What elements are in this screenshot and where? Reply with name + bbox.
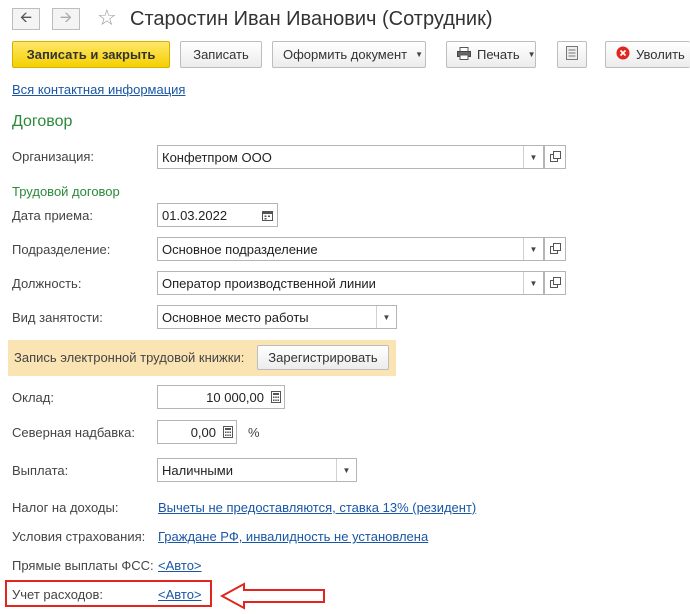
income-tax-link[interactable]: Вычеты не предоставляются, ставка 13% (р…	[158, 500, 476, 515]
printer-icon	[457, 46, 471, 63]
chevron-down-icon: ▼	[527, 50, 536, 59]
department-label: Подразделение:	[12, 242, 111, 257]
calculator-icon[interactable]	[220, 421, 236, 443]
chevron-down-icon: ▼	[415, 50, 424, 59]
payment-value: Наличными	[162, 462, 233, 478]
organization-field[interactable]: Конфетпром ООО ▼	[157, 145, 544, 169]
arrow-right-icon: 🡪	[59, 8, 73, 26]
open-window-icon	[549, 276, 561, 291]
create-document-button[interactable]: Оформить документ ▼	[272, 41, 426, 68]
north-bonus-label: Северная надбавка:	[12, 425, 135, 440]
organization-open-button[interactable]	[544, 145, 566, 169]
back-button[interactable]: 🡨	[12, 8, 40, 30]
insurance-link[interactable]: Граждане РФ, инвалидность не установлена	[158, 529, 428, 544]
calendar-icon[interactable]	[257, 204, 277, 226]
register-button[interactable]: Зарегистрировать	[257, 345, 389, 370]
employment-type-field[interactable]: Основное место работы ▼	[157, 305, 397, 329]
fss-direct-link[interactable]: <Авто>	[158, 558, 202, 573]
payment-label: Выплата:	[12, 463, 69, 478]
department-field[interactable]: Основное подразделение ▼	[157, 237, 544, 261]
create-document-label: Оформить документ	[283, 47, 408, 62]
hire-date-label: Дата приема:	[12, 208, 93, 223]
print-button[interactable]: Печать ▼	[446, 41, 536, 68]
hire-date-value: 01.03.2022	[162, 207, 228, 223]
organization-value: Конфетпром ООО	[162, 149, 272, 165]
save-button[interactable]: Записать	[180, 41, 262, 68]
chevron-down-icon[interactable]: ▼	[336, 459, 356, 481]
dismiss-icon	[616, 46, 630, 63]
position-open-button[interactable]	[544, 271, 566, 295]
section-title: Договор	[12, 113, 73, 130]
list-view-button[interactable]	[557, 41, 587, 68]
north-bonus-value: 0,00	[190, 424, 216, 440]
employment-type-value: Основное место работы	[162, 309, 309, 325]
all-contacts-link[interactable]: Вся контактная информация	[12, 82, 185, 97]
save-and-close-button[interactable]: Записать и закрыть	[12, 41, 170, 68]
chevron-down-icon[interactable]: ▼	[523, 272, 543, 294]
percent-unit: %	[248, 425, 260, 440]
hire-date-field[interactable]: 01.03.2022	[157, 203, 278, 227]
expenses-link[interactable]: <Авто>	[158, 587, 202, 602]
payment-field[interactable]: Наличными ▼	[157, 458, 357, 482]
expenses-label: Учет расходов:	[12, 587, 103, 602]
document-list-icon	[566, 46, 578, 63]
organization-label: Организация:	[12, 149, 95, 164]
position-value: Оператор производственной линии	[162, 275, 376, 291]
arrow-left-icon: 🡨	[19, 8, 33, 26]
fss-direct-label: Прямые выплаты ФСС:	[12, 558, 154, 573]
dismiss-label: Уволить	[636, 47, 685, 62]
open-window-icon	[549, 242, 561, 257]
window-title: Старостин Иван Иванович (Сотрудник)	[130, 8, 493, 30]
income-tax-label: Налог на доходы:	[12, 500, 119, 515]
forward-button[interactable]: 🡪	[52, 8, 80, 30]
arrow-left-annotation-icon	[220, 582, 325, 610]
chevron-down-icon[interactable]: ▼	[523, 238, 543, 260]
dismiss-button[interactable]: Уволить	[605, 41, 690, 68]
calculator-icon[interactable]	[268, 386, 284, 408]
salary-field[interactable]: 10 000,00	[157, 385, 285, 409]
open-window-icon	[549, 150, 561, 165]
north-bonus-field[interactable]: 0,00	[157, 420, 237, 444]
department-value: Основное подразделение	[162, 241, 318, 257]
chevron-down-icon[interactable]: ▼	[376, 306, 396, 328]
salary-label: Оклад:	[12, 390, 54, 405]
employment-contract-subtitle: Трудовой договор	[12, 184, 120, 199]
department-open-button[interactable]	[544, 237, 566, 261]
position-label: Должность:	[12, 276, 82, 291]
chevron-down-icon[interactable]: ▼	[523, 146, 543, 168]
print-label: Печать	[477, 47, 520, 62]
position-field[interactable]: Оператор производственной линии ▼	[157, 271, 544, 295]
insurance-label: Условия страхования:	[12, 529, 146, 544]
etk-label: Запись электронной трудовой книжки:	[14, 350, 245, 365]
salary-value: 10 000,00	[206, 389, 264, 405]
employment-type-label: Вид занятости:	[12, 310, 103, 325]
favorite-star-icon[interactable]: ☆	[97, 5, 117, 31]
